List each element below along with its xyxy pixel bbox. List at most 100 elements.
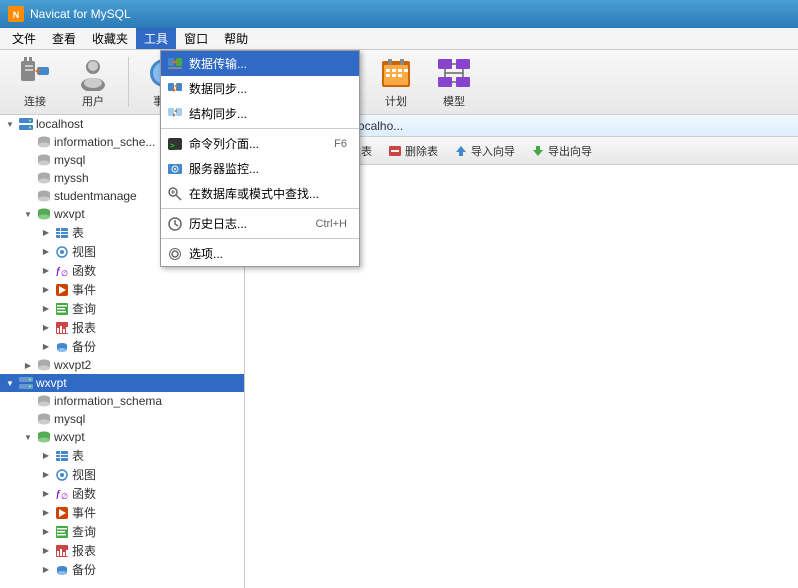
db-icon-mysql (36, 152, 52, 168)
toolbar-schedule[interactable]: 计划 (369, 50, 423, 114)
svg-text:∅: ∅ (61, 269, 68, 278)
app-title: Navicat for MySQL (30, 7, 131, 21)
menu-file[interactable]: 文件 (4, 28, 44, 49)
arrow-mysql: ▶ (20, 152, 36, 168)
tree-cat-query1[interactable]: ▶ 查询 (0, 299, 244, 318)
func-icon1: f∅ (54, 263, 70, 279)
tree-cat-report2[interactable]: ▶ 报表 (0, 541, 244, 560)
cat-label-event2: 事件 (72, 504, 96, 521)
arrow-cat-func1: ▶ (38, 263, 54, 279)
dropdown-history[interactable]: 历史日志... Ctrl+H (161, 211, 359, 236)
db-label-info: information_sche... (54, 135, 155, 149)
user-label: 用户 (82, 93, 104, 109)
query-icon1 (54, 301, 70, 317)
tree-db-wxvpt2[interactable]: ▶ wxvpt2 (0, 356, 244, 374)
dropdown-find-in-db[interactable]: 在数据库或模式中查找... (161, 181, 359, 206)
data-transfer-icon (167, 56, 183, 72)
toolbar: 连接 用户 事件 (0, 50, 798, 115)
db-icon-info2 (36, 393, 52, 409)
db-label-wxvpt-local: wxvpt (54, 207, 85, 221)
btn-export-wizard[interactable]: 导出向导 (524, 140, 599, 162)
db-icon-wxvpt-db2 (36, 429, 52, 445)
history-icon (167, 216, 183, 232)
db-label-mysql2: mysql (54, 412, 85, 426)
tree-server-wxvpt[interactable]: ▼ wxvpt (0, 374, 244, 392)
arrow-cat-event2: ▶ (38, 505, 54, 521)
arrow-wxvpt2: ▶ (20, 357, 36, 373)
db-label-wxvpt2: wxvpt2 (54, 358, 91, 372)
dropdown-sep2 (161, 208, 359, 209)
backup-icon1 (54, 339, 70, 355)
menu-view[interactable]: 查看 (44, 28, 84, 49)
db-label-info2: information_schema (54, 394, 162, 408)
db-icon (36, 134, 52, 150)
dropdown-struct-sync[interactable]: 结构同步... (161, 101, 359, 126)
report-icon1 (54, 320, 70, 336)
tree-db-wxvpt-db2[interactable]: ▼ wxvpt (0, 428, 244, 446)
cat-label-func2: 函数 (72, 485, 96, 502)
tree-db-mysql2[interactable]: ▶ mysql (0, 410, 244, 428)
tools-dropdown: 数据传输... 数据同步... (160, 50, 360, 267)
arrow-cat-table2: ▶ (38, 448, 54, 464)
arrow-cat-backup2: ▶ (38, 562, 54, 578)
toolbar-sep1 (128, 57, 129, 107)
cat-label-backup1: 备份 (72, 338, 96, 355)
menu-bar: 文件 查看 收藏夹 工具 窗口 帮助 数据传输... (0, 28, 798, 50)
import-icon (454, 144, 468, 158)
tree-cat-report1[interactable]: ▶ 报表 (0, 318, 244, 337)
tree-cat-backup1[interactable]: ▶ 备份 (0, 337, 244, 356)
menu-help[interactable]: 帮助 (216, 28, 256, 49)
dropdown-data-sync[interactable]: 数据同步... (161, 76, 359, 101)
arrow-info2: ▶ (20, 393, 36, 409)
arrow-cat-event1: ▶ (38, 282, 54, 298)
toolbar-connect[interactable]: 连接 (8, 50, 62, 114)
backup-icon2 (54, 562, 70, 578)
svg-text:N: N (13, 10, 20, 20)
tree-cat-event1[interactable]: ▶ 事件 (0, 280, 244, 299)
arrow-cat-query1: ▶ (38, 301, 54, 317)
btn-delete-table[interactable]: 删除表 (381, 140, 445, 162)
tree-cat-backup2[interactable]: ▶ 备份 (0, 560, 244, 579)
tree-cat-view2[interactable]: ▶ 视图 (0, 465, 244, 484)
arrow-wxvpt-db2: ▼ (20, 429, 36, 445)
db-icon-myssh (36, 170, 52, 186)
menu-favorites[interactable]: 收藏夹 (84, 28, 136, 49)
table-icon1 (54, 225, 70, 241)
tree-db-info-schema2[interactable]: ▶ information_schema (0, 392, 244, 410)
tree-cat-func2[interactable]: ▶ f∅ 函数 (0, 484, 244, 503)
dropdown-data-transfer[interactable]: 数据传输... (161, 51, 359, 76)
arrow-studentmanage: ▶ (20, 188, 36, 204)
cat-label-table2: 表 (72, 447, 84, 464)
model-icon (436, 55, 472, 91)
dropdown-sep1 (161, 128, 359, 129)
arrow-cat-backup1: ▶ (38, 339, 54, 355)
arrow-info: ▶ (20, 134, 36, 150)
menu-window[interactable]: 窗口 (176, 28, 216, 49)
arrow-cat-table1: ▶ (38, 225, 54, 241)
export-label: 导出向导 (548, 143, 592, 159)
view-icon1 (54, 244, 70, 260)
btn-import-wizard[interactable]: 导入向导 (447, 140, 522, 162)
report-icon2 (54, 543, 70, 559)
toolbar-model[interactable]: 模型 (427, 50, 481, 114)
server-label-wxvpt: wxvpt (36, 376, 67, 390)
dropdown-server-monitor[interactable]: 服务器监控... (161, 156, 359, 181)
toolbar-user[interactable]: 用户 (66, 50, 120, 114)
event-icon2 (54, 505, 70, 521)
cat-label-query2: 查询 (72, 523, 96, 540)
menu-tools[interactable]: 工具 (136, 28, 176, 49)
dropdown-options[interactable]: 选项... (161, 241, 359, 266)
cat-label-table1: 表 (72, 224, 84, 241)
arrow-cat-func2: ▶ (38, 486, 54, 502)
connect-label: 连接 (24, 93, 46, 109)
tree-cat-query2[interactable]: ▶ 查询 (0, 522, 244, 541)
tree-cat-event2[interactable]: ▶ 事件 (0, 503, 244, 522)
dropdown-cmd[interactable]: >_ 命令列介面... F6 (161, 131, 359, 156)
arrow-wxvpt-local: ▼ (20, 206, 36, 222)
cat-label-report2: 报表 (72, 542, 96, 559)
tree-cat-table2[interactable]: ▶ 表 (0, 446, 244, 465)
db-icon-wxvpt2 (36, 357, 52, 373)
view-icon2 (54, 467, 70, 483)
arrow-myssh: ▶ (20, 170, 36, 186)
table-icon2 (54, 448, 70, 464)
